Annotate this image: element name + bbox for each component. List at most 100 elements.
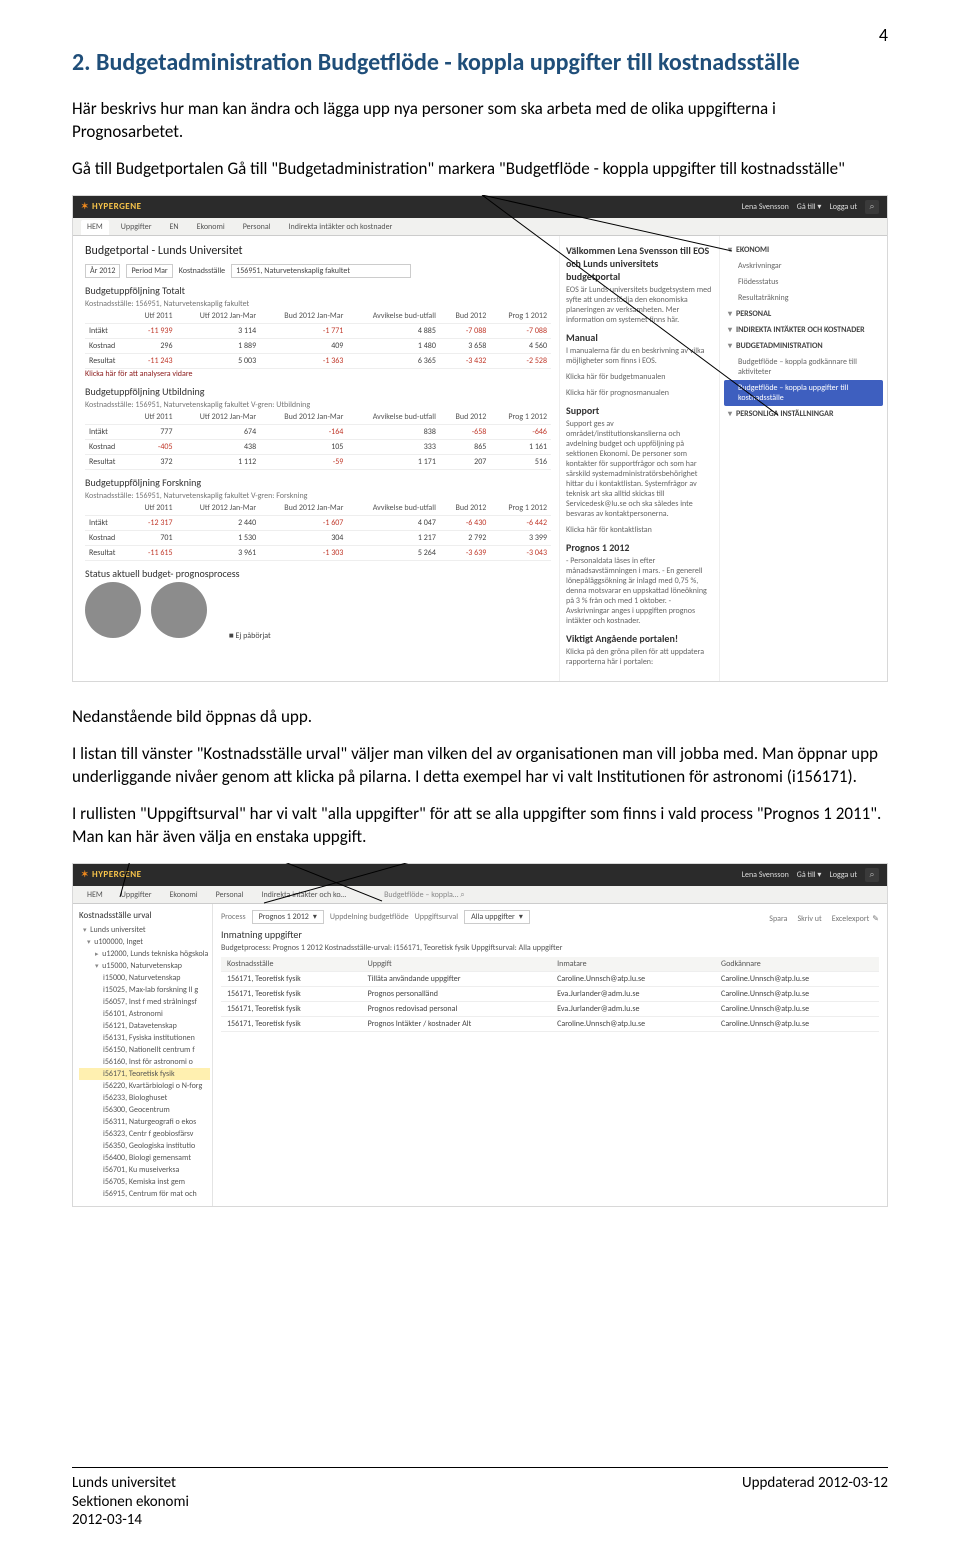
tree-node[interactable]: i15025, Max-lab forskning II g <box>79 984 210 996</box>
block1-sub: Kostnadsställe: 156951, Naturvetenskapli… <box>85 299 551 309</box>
tab-4[interactable]: Indirekta intäkter och ko… <box>255 888 352 903</box>
tree-node[interactable]: ▾ Lunds universitet <box>79 924 210 936</box>
tree-node[interactable]: i56057, Inst f med strålningsf <box>79 996 210 1008</box>
tree-node[interactable]: i56400, Biologi gemensamt <box>79 1152 210 1164</box>
topbar-goto[interactable]: Gå till ▾ <box>797 870 822 880</box>
tree-node[interactable]: i56323, Centr f geobiosfärsv <box>79 1128 210 1140</box>
portal-title: Budgetportal - Lunds Universitet <box>85 244 551 258</box>
screenshot-2: HYPERGENE Lena Svensson Gå till ▾ Logga … <box>72 863 888 1207</box>
nav-tabs: HEM Uppgifter EN Ekonomi Personal Indirekta i… <box>73 218 887 236</box>
topbar-logout[interactable]: Logga ut <box>829 202 857 212</box>
tree-node[interactable]: i56160, Inst för astronomi o <box>79 1056 210 1068</box>
tab-1[interactable]: Uppgifter <box>115 888 158 903</box>
tree-node[interactable]: i15000, Naturvetenskap <box>79 972 210 984</box>
tree-node[interactable]: i56171, Teoretisk fysik <box>79 1068 210 1080</box>
tab-hem[interactable]: HEM <box>81 220 109 235</box>
search-icon[interactable]: ⌕ <box>865 868 879 882</box>
footer-org: Lunds universitet <box>72 1474 189 1493</box>
tab-3[interactable]: Personal <box>210 888 250 903</box>
expand-icon[interactable]: ▾ <box>83 925 88 934</box>
status-title: Status aktuell budget- prognosprocess <box>85 567 551 580</box>
nav-item[interactable]: ▾PERSONLIGA INSTÄLLNINGAR <box>724 406 883 422</box>
tab-uppgifter[interactable]: Uppgifter <box>115 220 158 235</box>
sel-process[interactable]: Prognos 1 2012▾ <box>252 910 324 924</box>
support-link[interactable]: Klicka här för kontaktlistan <box>566 525 713 535</box>
link-analyse[interactable]: Klicka här för att analysera vidare <box>85 369 551 379</box>
tab-indirekta intäkter och kostnader[interactable]: Indirekta intäkter och kostnader <box>283 220 399 235</box>
page-footer: Lunds universitet Sektionen ekonomi 2012… <box>72 1467 888 1530</box>
brand-logo: HYPERGENE <box>81 201 142 212</box>
sel-urval-label: Uppgiftsurval <box>415 912 458 922</box>
tree-node[interactable]: ▸ u12000, Lunds tekniska högskola <box>79 948 210 960</box>
footer-date: 2012-03-14 <box>72 1511 189 1530</box>
block3-sub: Kostnadsställe: 156951, Naturvetenskapli… <box>85 491 551 501</box>
kostnadsstalle-tree[interactable]: Kostnadsställe urval ▾ Lunds universitet… <box>73 904 213 1206</box>
topbar-user: Lena Svensson <box>742 202 789 212</box>
print-button[interactable]: Skriv ut <box>797 914 821 924</box>
section-heading: 2. Budgetadministration Budgetflöde - ko… <box>72 48 888 78</box>
expand-icon[interactable]: ▸ <box>95 949 100 958</box>
manual-link-1[interactable]: Klicka här för budgetmanualen <box>566 372 713 382</box>
tree-node[interactable]: i56705, Kemiska inst gem <box>79 1176 210 1188</box>
tree-node[interactable]: ▾ u15000, Naturvetenskap <box>79 960 210 972</box>
tab-0[interactable]: HEM <box>81 888 109 903</box>
sel-period[interactable]: Period Mar <box>126 264 172 278</box>
right-nav: ▾EKONOMIAvskrivningarFlödesstatusResulta… <box>724 242 883 422</box>
tree-node[interactable]: i56701, Ku museiverksa <box>79 1164 210 1176</box>
nav-item[interactable]: Budgetflöde – koppla godkännare till akt… <box>724 354 883 380</box>
sel-kst-label: Kostnadsställe <box>179 266 225 276</box>
page-number: 4 <box>879 24 888 46</box>
nav-item[interactable]: Avskrivningar <box>724 258 883 274</box>
tab-2[interactable]: Ekonomi <box>163 888 203 903</box>
nav-item[interactable]: ▾EKONOMI <box>724 242 883 258</box>
sel-kst[interactable]: 156951, Naturvetenskaplig fakultet <box>231 264 411 278</box>
nav-item[interactable]: ▾BUDGETADMINISTRATION <box>724 338 883 354</box>
tree-node[interactable]: ▾ u100000, Inget <box>79 936 210 948</box>
tree-title: Kostnadsställe urval <box>79 910 210 921</box>
table-row[interactable]: 156171, Teoretisk fysikPrognos Intäkter … <box>221 1016 879 1031</box>
para-below-1: Nedanstående bild öppnas då upp. <box>72 706 888 729</box>
topbar-right: Lena Svensson Gå till ▾ Logga ut ⌕ <box>742 868 879 882</box>
chevron-down-icon: ▾ <box>728 409 732 419</box>
breadcrumb: Budgetflöde – koppla… ⌕ <box>378 888 471 903</box>
tree-node[interactable]: i56350, Geologiska institutio <box>79 1140 210 1152</box>
nav-item[interactable]: Resultaträkning <box>724 290 883 306</box>
brand-logo: HYPERGENE <box>81 869 142 880</box>
table-row[interactable]: 156171, Teoretisk fysikPrognos redovisad… <box>221 1001 879 1016</box>
nav-item[interactable]: Budgetflöde – koppla uppgifter till kost… <box>724 380 883 406</box>
table-row[interactable]: 156171, Teoretisk fysikTilläta användand… <box>221 971 879 986</box>
status-chart: ■ Ej påbörjat <box>85 582 551 641</box>
sel-urval[interactable]: Alla uppgifter▾ <box>464 910 530 924</box>
tree-node[interactable]: i56220, Kvartärbiologi o N-forg <box>79 1080 210 1092</box>
tree-node[interactable]: i56101, Astronomi <box>79 1008 210 1020</box>
expand-icon[interactable]: ▾ <box>87 937 92 946</box>
support-text: Support ges av området/institutionskansl… <box>566 419 713 519</box>
expand-icon[interactable]: ▾ <box>95 961 100 970</box>
sel-year[interactable]: År 2012 <box>85 264 120 278</box>
tree-node[interactable]: i56131, Fysiska institutionen <box>79 1032 210 1044</box>
nav-item[interactable]: ▾PERSONAL <box>724 306 883 322</box>
tab-personal[interactable]: Personal <box>237 220 277 235</box>
para-intro-2: Gå till Budgetportalen Gå till "Budgetad… <box>72 158 888 181</box>
status-legend: ■ Ej påbörjat <box>229 631 271 641</box>
tab-ekonomi[interactable]: Ekonomi <box>191 220 231 235</box>
welcome-title: Välkommen Lena Svensson till EOS och Lun… <box>566 244 713 283</box>
tree-node[interactable]: i56300, Geocentrum <box>79 1104 210 1116</box>
manual-link-2[interactable]: Klicka här för prognosmanualen <box>566 388 713 398</box>
nav-item[interactable]: Flödesstatus <box>724 274 883 290</box>
search-icon[interactable]: ⌕ <box>865 200 879 214</box>
export-button[interactable]: Excelexport ✎ <box>832 914 879 924</box>
topbar-logout[interactable]: Logga ut <box>829 870 857 880</box>
block1-title: Budgetuppföljning Totalt <box>85 284 551 297</box>
tree-node[interactable]: i56121, Datavetenskap <box>79 1020 210 1032</box>
tab-en[interactable]: EN <box>163 220 184 235</box>
chevron-down-icon: ▾ <box>728 341 732 351</box>
table-row[interactable]: 156171, Teoretisk fysikPrognos personall… <box>221 986 879 1001</box>
tree-node[interactable]: i56150, Nationellt centrum f <box>79 1044 210 1056</box>
topbar-goto[interactable]: Gå till ▾ <box>797 202 822 212</box>
tree-node[interactable]: i56233, Biologhuset <box>79 1092 210 1104</box>
tree-node[interactable]: i56311, Naturgeografi o ekos <box>79 1116 210 1128</box>
tree-node[interactable]: i56915, Centrum för mat och <box>79 1188 210 1200</box>
save-button[interactable]: Spara <box>769 914 787 924</box>
nav-item[interactable]: ▾INDIREKTA INTÄKTER OCH KOSTNADER <box>724 322 883 338</box>
